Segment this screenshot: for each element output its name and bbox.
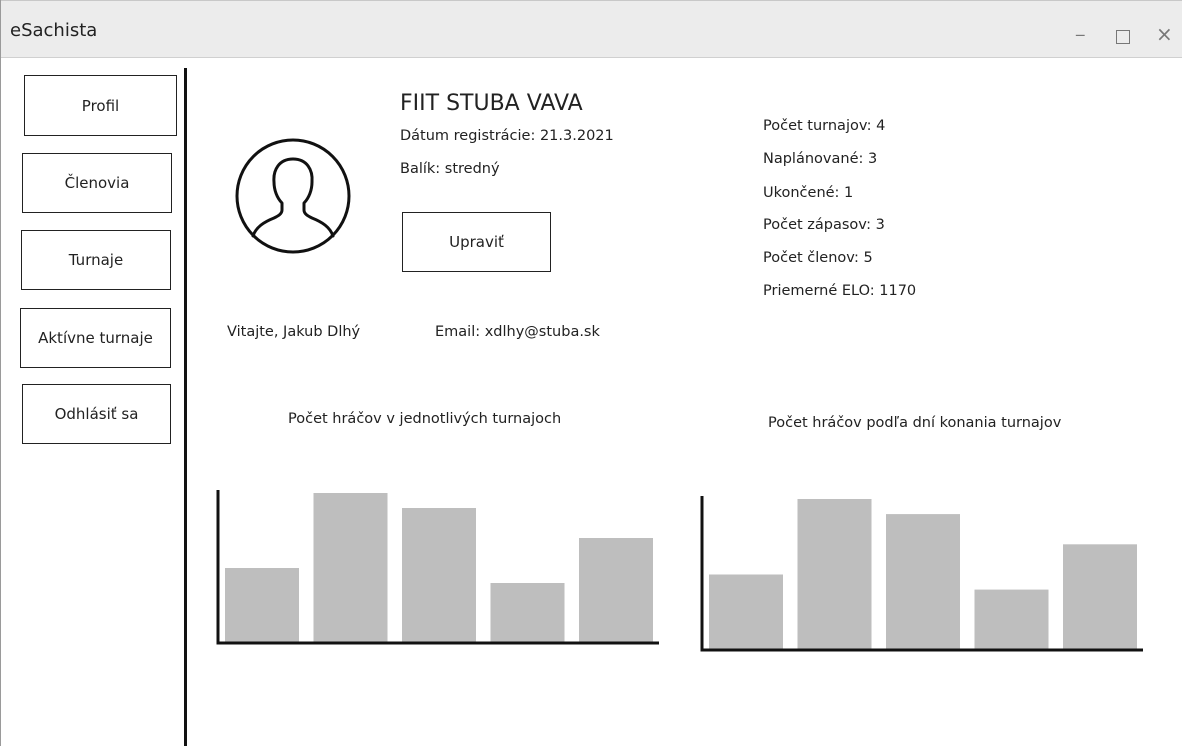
package-label: Balík: stredný	[400, 161, 500, 177]
sidebar-divider	[184, 68, 187, 746]
edit-button[interactable]: Upraviť	[402, 212, 551, 272]
chart-bar	[886, 514, 960, 649]
players-per-day-chart	[700, 496, 1143, 652]
chart-bar	[490, 583, 565, 642]
chart-title-players-per-tournament: Počet hráčov v jednotlivých turnajoch	[288, 411, 562, 427]
nav-clenovia-button[interactable]: Členovia	[22, 153, 172, 213]
email-text: Email: xdlhy@stuba.sk	[435, 324, 600, 340]
nav-profil-button[interactable]: Profil	[24, 75, 177, 136]
stat-tournaments: Počet turnajov: 4	[763, 118, 886, 134]
chart-bar	[579, 538, 653, 642]
registration-date: Dátum registrácie: 21.3.2021	[400, 128, 614, 144]
logout-button[interactable]: Odhlásiť sa	[22, 384, 171, 444]
players-per-tournament-chart	[216, 490, 659, 645]
organization-name: FIIT STUBA VAVA	[400, 91, 583, 116]
stat-finished: Ukončené: 1	[763, 185, 854, 201]
chart-bar	[797, 499, 872, 649]
nav-aktivne-turnaje-button[interactable]: Aktívne turnaje	[20, 308, 171, 368]
app-title: eSachista	[10, 20, 98, 41]
title-bar: eSachista _ ×	[1, 0, 1182, 58]
nav-turnaje-button[interactable]: Turnaje	[21, 230, 171, 290]
maximize-icon[interactable]	[1116, 30, 1130, 44]
minimize-icon[interactable]: _	[1076, 17, 1085, 37]
app-window: eSachista _ × Profil Členovia Turnaje Ak…	[0, 0, 1182, 746]
stat-average-elo: Priemerné ELO: 1170	[763, 283, 917, 299]
user-avatar-icon	[235, 138, 351, 254]
stat-members: Počet členov: 5	[763, 250, 873, 266]
stat-matches: Počet zápasov: 3	[763, 217, 885, 233]
stat-planned: Naplánované: 3	[763, 151, 878, 167]
chart-bar	[974, 589, 1049, 649]
chart-title-players-per-day: Počet hráčov podľa dní konania turnajov	[768, 415, 1062, 431]
chart-bar	[313, 493, 388, 642]
chart-bar	[1063, 544, 1137, 649]
close-icon[interactable]: ×	[1156, 22, 1173, 46]
chart-bar	[225, 568, 299, 642]
chart-bar	[402, 508, 476, 642]
welcome-text: Vitajte, Jakub Dlhý	[227, 324, 361, 340]
chart-bar	[709, 574, 783, 649]
